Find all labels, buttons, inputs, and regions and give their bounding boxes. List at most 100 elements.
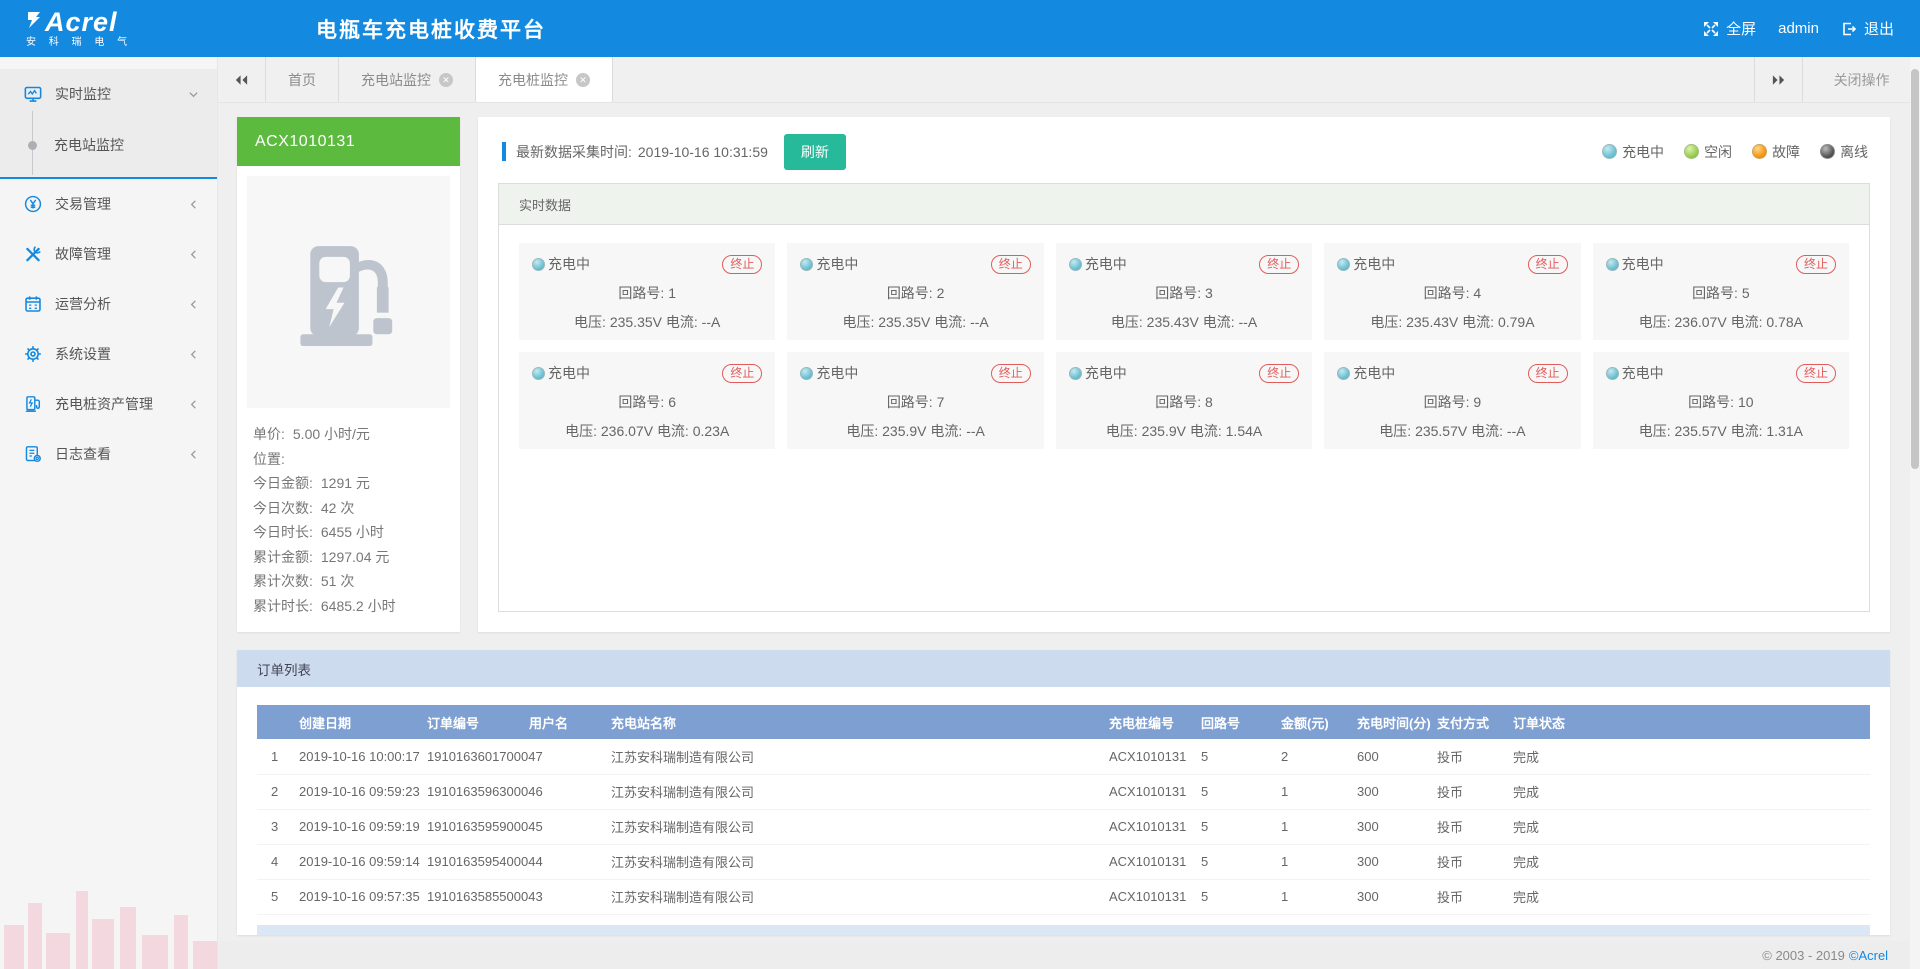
- circuit-card: 充电中 终止 回路号: 8: [1056, 352, 1312, 449]
- current-value: 1.54A: [1226, 423, 1263, 439]
- collect-time-value: 2019-10-16 10:31:59: [638, 144, 768, 160]
- stop-button[interactable]: 终止: [1528, 255, 1568, 274]
- sidebar-item-label: 故障管理: [55, 244, 111, 264]
- realtime-panel-title: 实时数据: [499, 184, 1869, 225]
- circuit-number: 1: [668, 285, 676, 301]
- stop-button[interactable]: 终止: [1259, 364, 1299, 383]
- tabs-scroll-right-icon[interactable]: [1754, 57, 1802, 102]
- current-user[interactable]: admin: [1778, 20, 1819, 37]
- close-icon[interactable]: ✕: [439, 73, 453, 87]
- sidebar-item-label: 实时监控: [55, 84, 111, 104]
- order-row[interactable]: 1 2019-10-16 10:00:17 1910163601700047 江…: [257, 739, 1870, 774]
- accent-bar: [502, 142, 506, 161]
- charging-status-icon: [1602, 144, 1617, 159]
- page-title: 电瓶车充电桩收费平台: [316, 14, 546, 44]
- chevron-left-icon: [188, 199, 199, 210]
- logo-subtext: 安 科 瑞 电 气: [26, 38, 216, 48]
- circuit-number: 10: [1738, 394, 1754, 410]
- chevron-left-icon: [188, 249, 199, 260]
- stop-button[interactable]: 终止: [1259, 255, 1299, 274]
- vertical-scrollbar[interactable]: [1910, 57, 1920, 969]
- charging-status-icon: [1337, 258, 1350, 271]
- current-value: --A: [966, 423, 985, 439]
- stop-button[interactable]: 终止: [722, 364, 762, 383]
- col-circuit: 回路号: [1199, 705, 1279, 739]
- chevron-left-icon: [188, 449, 199, 460]
- current-value: --A: [1507, 423, 1526, 439]
- current-value: 1.31A: [1766, 423, 1803, 439]
- close-operations-menu[interactable]: 关闭操作: [1802, 57, 1920, 102]
- charging-pile-icon: [24, 395, 42, 413]
- circuit-card: 充电中 终止 回路号: 4: [1324, 243, 1580, 340]
- stop-button[interactable]: 终止: [722, 255, 762, 274]
- refresh-button[interactable]: 刷新: [784, 134, 846, 170]
- stop-button[interactable]: 终止: [1796, 364, 1836, 383]
- sidebar-item-analysis[interactable]: 运营分析: [0, 279, 217, 329]
- sidebar-item-pile-assets[interactable]: 充电桩资产管理: [0, 379, 217, 429]
- sidebar-item-transactions[interactable]: 交易管理: [0, 179, 217, 229]
- stop-button[interactable]: 终止: [991, 364, 1031, 383]
- chevron-down-icon: [188, 89, 199, 100]
- voltage-value: 235.57V: [1675, 423, 1727, 439]
- tabs-scroll-left-icon[interactable]: [218, 57, 266, 102]
- device-photo-panel: [247, 176, 450, 408]
- brand-link[interactable]: ©Acrel: [1849, 948, 1888, 963]
- logout-button[interactable]: 退出: [1841, 18, 1894, 39]
- device-stat-line: 今日金额:1291 元: [253, 471, 444, 496]
- stop-button[interactable]: 终止: [1796, 255, 1836, 274]
- charging-status-icon: [1069, 367, 1082, 380]
- charging-status-icon: [800, 367, 813, 380]
- device-stat-line: 累计金额:1297.04 元: [253, 545, 444, 570]
- device-stats: 单价:5.00 小时/元 位置: 今日金额:1291 元: [237, 418, 460, 628]
- tab-pile-monitor[interactable]: 充电桩监控 ✕: [476, 57, 613, 102]
- col-minutes: 充电时间(分): [1355, 705, 1435, 739]
- sidebar-item-settings[interactable]: 系统设置: [0, 329, 217, 379]
- orders-table: 创建日期 订单编号 用户名 充电站名称 充电桩编号 回路号 金额(元) 充电时间…: [257, 705, 1870, 915]
- orders-panel: 订单列表 创建日期: [237, 650, 1890, 935]
- orders-header-row: 创建日期 订单编号 用户名 充电站名称 充电桩编号 回路号 金额(元) 充电时间…: [257, 705, 1870, 739]
- legend-fault: 故障: [1752, 142, 1800, 162]
- order-row[interactable]: 2 2019-10-16 09:59:23 1910163596300046 江…: [257, 774, 1870, 809]
- current-value: 0.79A: [1498, 314, 1535, 330]
- col-order-no: 订单编号: [425, 705, 527, 739]
- charging-status-icon: [532, 258, 545, 271]
- col-pay: 支付方式: [1435, 705, 1511, 739]
- gear-icon: [24, 345, 42, 363]
- charging-status-icon: [532, 367, 545, 380]
- circuit-card: 充电中 终止 回路号: 10: [1593, 352, 1849, 449]
- circuit-number: 3: [1205, 285, 1213, 301]
- order-row[interactable]: 5 2019-10-16 09:57:35 1910163585500043 江…: [257, 879, 1870, 914]
- circuit-number: 9: [1473, 394, 1481, 410]
- scrollbar-thumb[interactable]: [1911, 69, 1919, 469]
- stop-button[interactable]: 终止: [1528, 364, 1568, 383]
- sidebar-item-logs[interactable]: 日志查看: [0, 429, 217, 479]
- circuit-number: 4: [1473, 285, 1481, 301]
- realtime-data-panel: 实时数据 充电中 终止: [498, 183, 1870, 612]
- circuit-card: 充电中 终止 回路号: 1: [519, 243, 775, 340]
- col-created: 创建日期: [297, 705, 425, 739]
- logout-icon: [1841, 21, 1857, 37]
- col-amount: 金额(元): [1279, 705, 1355, 739]
- sidebar-item-label: 日志查看: [55, 444, 111, 464]
- order-row[interactable]: 3 2019-10-16 09:59:19 1910163595900045 江…: [257, 809, 1870, 844]
- voltage-value: 236.07V: [601, 423, 653, 439]
- device-stat-line: 今日时长:6455 小时: [253, 520, 444, 545]
- order-row[interactable]: 4 2019-10-16 09:59:14 1910163595400044 江…: [257, 844, 1870, 879]
- close-icon[interactable]: ✕: [576, 73, 590, 87]
- tab-station-monitor[interactable]: 充电站监控 ✕: [339, 57, 476, 102]
- sidebar-item-label: 系统设置: [55, 344, 111, 364]
- device-stat-line: 位置:: [253, 447, 444, 472]
- charging-status-icon: [1606, 367, 1619, 380]
- col-pile: 充电桩编号: [1107, 705, 1199, 739]
- charging-status-icon: [1069, 258, 1082, 271]
- circuit-number: 2: [937, 285, 945, 301]
- tab-home[interactable]: 首页: [266, 57, 339, 102]
- stop-button[interactable]: 终止: [991, 255, 1031, 274]
- fullscreen-button[interactable]: 全屏: [1703, 18, 1756, 39]
- sidebar-item-faults[interactable]: 故障管理: [0, 229, 217, 279]
- skyline-decoration: [0, 881, 230, 969]
- sidebar-item-label: 交易管理: [55, 194, 111, 214]
- device-stat-line: 累计次数:51 次: [253, 569, 444, 594]
- circuit-number: 8: [1205, 394, 1213, 410]
- sidebar-subitem-station-monitor[interactable]: 充电站监控: [0, 119, 217, 171]
